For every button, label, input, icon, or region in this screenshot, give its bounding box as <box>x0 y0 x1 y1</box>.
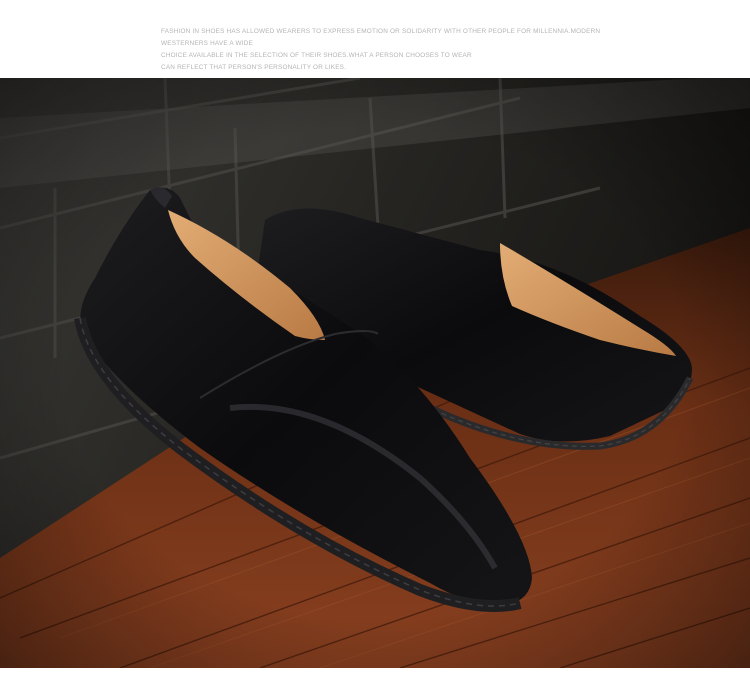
header-line-3: CHOICE AVAILABLE IN THE SELECTION OF THE… <box>161 52 472 59</box>
footer-space <box>0 668 750 696</box>
header-line-1: FASHION IN SHOES HAS ALLOWED WEARERS TO … <box>161 28 601 35</box>
vignette-overlay <box>0 78 750 668</box>
header-line-2: WESTERNERS HAVE A WIDE <box>161 40 253 47</box>
product-photo <box>0 78 750 668</box>
loafers-illustration <box>0 78 750 668</box>
header-line-4: CAN REFLECT THAT PERSON'S PERSONALITY OR… <box>161 64 347 71</box>
header-text-block: FASHION IN SHOES HAS ALLOWED WEARERS TO … <box>0 0 750 78</box>
